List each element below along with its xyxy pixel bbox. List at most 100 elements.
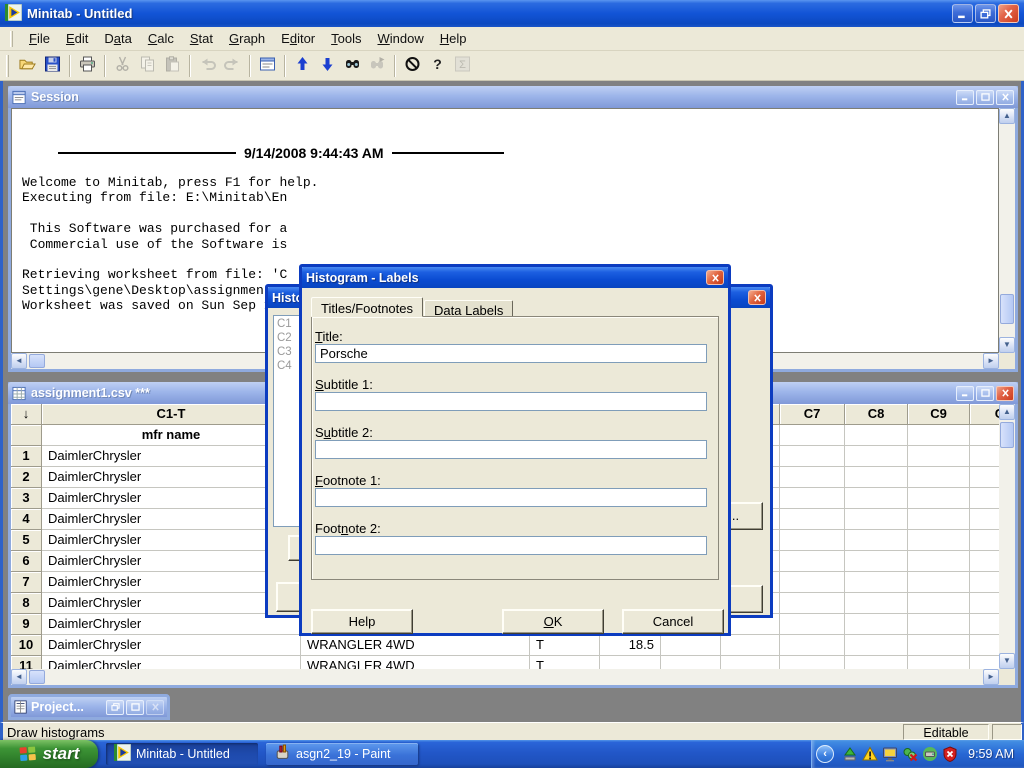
toolbar-arrow-up-button[interactable] [290,54,315,78]
menu-tools[interactable]: Tools [323,28,369,49]
var-name-6[interactable] [780,425,845,446]
menu-file[interactable]: File [21,28,58,49]
cell-r5-c1[interactable]: DaimlerChrysler [42,530,301,551]
cell-r7-c8[interactable] [845,572,908,593]
session-scroll-down[interactable]: ▼ [999,337,1015,353]
cell-r10-c5[interactable] [661,635,721,656]
row-number[interactable]: 11 [11,656,42,669]
worksheet-maximize-button[interactable] [976,386,994,401]
column-header-C1-T[interactable]: C1-T [42,404,301,425]
cell-r11-c1[interactable]: DaimlerChrysler [42,656,301,669]
worksheet-hscrollbar[interactable] [11,669,999,685]
cell-r11-c2[interactable]: WRANGLER 4WD [301,656,530,669]
tab-data-labels[interactable]: Data Labels [424,300,513,317]
cell-r9-c7[interactable] [780,614,845,635]
main-window-titlebar[interactable]: Minitab - Untitled [0,0,1024,27]
toolbar-help-button[interactable]: ? [425,54,450,78]
minimize-button[interactable] [952,4,973,23]
var-name-7[interactable] [845,425,908,446]
cell-r6-c7[interactable] [780,551,845,572]
labels-dialog-close-button[interactable] [706,270,724,285]
cell-r11-c4[interactable] [600,656,661,669]
cell-r3-c8[interactable] [845,488,908,509]
toolbar-session-window-button[interactable] [255,54,280,78]
toolbar-find-button[interactable] [340,54,365,78]
session-minimize-button[interactable] [956,90,974,105]
column-header-C7[interactable]: C7 [780,404,845,425]
cell-r5-c7[interactable] [780,530,845,551]
session-scroll-up[interactable]: ▲ [999,108,1015,124]
row-number[interactable]: 6 [11,551,42,572]
subtitle-2-input[interactable] [315,440,707,459]
session-titlebar[interactable]: Session [8,86,1018,108]
row-number[interactable]: 2 [11,467,42,488]
cell-r8-c1[interactable]: DaimlerChrysler [42,593,301,614]
cell-r1-c9[interactable] [908,446,970,467]
cell-r10-c8[interactable] [845,635,908,656]
row-number[interactable]: 5 [11,530,42,551]
cell-r2-c1[interactable]: DaimlerChrysler [42,467,301,488]
session-maximize-button[interactable] [976,90,994,105]
menu-window[interactable]: Window [369,28,431,49]
column-select-all[interactable]: ↓ [11,404,42,425]
row-number[interactable]: 7 [11,572,42,593]
var-name-0[interactable]: mfr name [42,425,301,446]
cancel-button[interactable]: Cancel [622,609,724,634]
worksheet-resize-grip[interactable] [999,669,1015,685]
row-number[interactable]: 10 [11,635,42,656]
cell-r11-c8[interactable] [845,656,908,669]
cell-r2-c10[interactable] [970,467,999,488]
cell-r9-c1[interactable]: DaimlerChrysler [42,614,301,635]
cell-r8-c7[interactable] [780,593,845,614]
subtitle-1-input[interactable] [315,392,707,411]
row-number[interactable]: 4 [11,509,42,530]
var-name-9[interactable] [970,425,999,446]
cell-r9-c8[interactable] [845,614,908,635]
cell-r9-c10[interactable] [970,614,999,635]
worksheet-scroll-up[interactable]: ▲ [999,404,1015,420]
cell-r7-c10[interactable] [970,572,999,593]
tray-warning-icon[interactable] [861,746,878,763]
cell-r8-c8[interactable] [845,593,908,614]
cell-r8-c9[interactable] [908,593,970,614]
task-minitab-untitled[interactable]: Minitab - Untitled [106,743,258,765]
cell-r11-c9[interactable] [908,656,970,669]
session-vthumb[interactable] [1000,294,1014,324]
cell-r10-c7[interactable] [780,635,845,656]
cell-r5-c10[interactable] [970,530,999,551]
toolbar-save-button[interactable] [40,54,65,78]
cell-r7-c7[interactable] [780,572,845,593]
row-number[interactable]: 3 [11,488,42,509]
footnote-1-input[interactable] [315,488,707,507]
var-name-8[interactable] [908,425,970,446]
tab-titles-footnotes[interactable]: Titles/Footnotes [311,297,423,317]
cell-r11-c5[interactable] [661,656,721,669]
row-number[interactable]: 1 [11,446,42,467]
tray-eject-green-icon[interactable] [841,746,858,763]
ok-button[interactable]: OK [502,609,604,634]
row-number[interactable]: 8 [11,593,42,614]
cell-r4-c1[interactable]: DaimlerChrysler [42,509,301,530]
start-button[interactable]: start [0,740,98,768]
tray-display-icon[interactable] [881,746,898,763]
cell-r10-c6[interactable] [721,635,780,656]
session-resize-grip[interactable] [999,353,1015,369]
worksheet-scroll-down[interactable]: ▼ [999,653,1015,669]
column-header-C[interactable]: C [970,404,999,425]
column-header-C9[interactable]: C9 [908,404,970,425]
menu-graph[interactable]: Graph [221,28,273,49]
worksheet-hthumb[interactable] [29,670,45,684]
worksheet-scroll-left[interactable]: ◄ [11,669,27,685]
session-hthumb[interactable] [29,354,45,368]
cell-r10-c3[interactable]: T [530,635,600,656]
histogram-dialog-close-button[interactable] [748,290,766,305]
tray-security-shield-icon[interactable] [941,746,958,763]
toolbar-cancel-button[interactable] [400,54,425,78]
task-asgn2-19-paint[interactable]: asgn2_19 - Paint [266,743,418,765]
menu-data[interactable]: Data [96,28,139,49]
cell-r3-c9[interactable] [908,488,970,509]
cell-r7-c1[interactable]: DaimlerChrysler [42,572,301,593]
menu-editor[interactable]: Editor [273,28,323,49]
project-restore-button[interactable] [106,700,124,715]
cell-r3-c7[interactable] [780,488,845,509]
